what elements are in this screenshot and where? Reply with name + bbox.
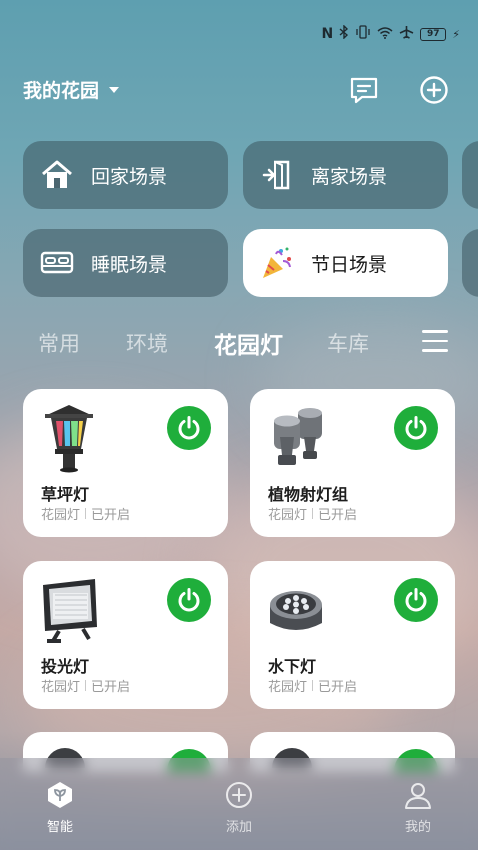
home-selector[interactable]: 我的花园 bbox=[23, 76, 120, 103]
power-toggle-button[interactable] bbox=[394, 406, 438, 450]
device-name: 草坪灯 bbox=[41, 485, 90, 504]
message-icon bbox=[350, 77, 378, 104]
device-status: 已开启 bbox=[318, 508, 358, 523]
scene-card-home[interactable]: 回家场景 bbox=[23, 141, 228, 209]
device-meta: 花园灯 已开启 bbox=[41, 504, 130, 523]
leave-door-icon bbox=[259, 157, 295, 193]
power-icon bbox=[405, 416, 427, 440]
nav-label: 智能 bbox=[46, 820, 73, 835]
category-tabs: 常用 环境 花园灯 车库 bbox=[0, 322, 478, 362]
power-icon bbox=[178, 588, 200, 612]
scene-card-peek[interactable] bbox=[462, 141, 478, 209]
nav-label: 添加 bbox=[225, 820, 252, 835]
charging-icon: ⚡ bbox=[452, 27, 460, 41]
bluetooth-icon bbox=[339, 24, 349, 43]
device-name: 植物射灯组 bbox=[268, 485, 349, 504]
scene-card-sleep[interactable]: 睡眠场景 bbox=[23, 229, 228, 297]
power-icon bbox=[178, 416, 200, 440]
scene-card-holiday[interactable]: 节日场景 bbox=[243, 229, 448, 297]
battery-indicator: 97 bbox=[420, 27, 447, 41]
scene-label: 节日场景 bbox=[311, 253, 388, 276]
device-room: 花园灯 bbox=[41, 508, 81, 523]
device-meta: 花园灯 已开启 bbox=[268, 676, 357, 695]
chevron-down-icon bbox=[109, 86, 120, 93]
device-card-spotlight-group[interactable]: 植物射灯组 花园灯 已开启 bbox=[250, 389, 455, 537]
nav-item-profile[interactable]: 我的 bbox=[388, 780, 448, 835]
tab-environment[interactable]: 环境 bbox=[126, 328, 168, 358]
tab-garage[interactable]: 车库 bbox=[327, 328, 369, 358]
nav-label: 我的 bbox=[404, 820, 431, 835]
smart-icon bbox=[48, 782, 72, 808]
power-icon bbox=[405, 588, 427, 612]
home-name: 我的花园 bbox=[23, 80, 100, 102]
device-status: 已开启 bbox=[91, 508, 131, 523]
device-card-floodlight[interactable]: 投光灯 花园灯 已开启 bbox=[23, 561, 228, 709]
device-meta: 花园灯 已开启 bbox=[268, 504, 357, 523]
tab-common[interactable]: 常用 bbox=[38, 328, 80, 358]
wifi-icon bbox=[377, 26, 393, 43]
vibrate-icon bbox=[355, 25, 371, 43]
airplane-icon bbox=[399, 25, 414, 43]
home-icon bbox=[39, 157, 75, 193]
add-icon bbox=[226, 782, 252, 808]
power-toggle-button[interactable] bbox=[167, 406, 211, 450]
device-name: 水下灯 bbox=[268, 657, 317, 676]
spotlight-group-icon bbox=[264, 403, 328, 473]
scene-label: 离家场景 bbox=[311, 165, 388, 188]
device-status: 已开启 bbox=[318, 680, 358, 695]
device-room: 花园灯 bbox=[41, 680, 81, 695]
nav-item-smart[interactable]: 智能 bbox=[30, 780, 90, 835]
scene-card-leave[interactable]: 离家场景 bbox=[243, 141, 448, 209]
message-button[interactable] bbox=[348, 74, 380, 106]
scene-label: 睡眠场景 bbox=[91, 253, 168, 276]
power-toggle-button[interactable] bbox=[167, 578, 211, 622]
device-card-lawn-lamp[interactable]: 草坪灯 花园灯 已开启 bbox=[23, 389, 228, 537]
device-name: 投光灯 bbox=[41, 657, 90, 676]
device-card-underwater-light[interactable]: 水下灯 花园灯 已开启 bbox=[250, 561, 455, 709]
status-bar: N 97 ⚡ bbox=[0, 0, 478, 64]
device-meta: 花园灯 已开启 bbox=[41, 676, 130, 695]
add-circle-icon bbox=[420, 76, 448, 104]
scene-card-peek[interactable] bbox=[462, 229, 478, 297]
lawn-lamp-icon bbox=[37, 403, 101, 473]
floodlight-icon bbox=[37, 575, 101, 645]
nfc-icon: N bbox=[321, 26, 334, 42]
nav-item-add[interactable]: 添加 bbox=[209, 780, 269, 835]
bed-icon bbox=[39, 245, 75, 281]
menu-icon[interactable] bbox=[422, 330, 448, 352]
add-device-button[interactable] bbox=[418, 74, 450, 106]
device-room: 花园灯 bbox=[268, 680, 308, 695]
profile-icon bbox=[405, 783, 431, 809]
bottom-nav: 智能 添加 我的 bbox=[0, 758, 478, 850]
scene-label: 回家场景 bbox=[91, 165, 168, 188]
party-popper-icon bbox=[259, 245, 295, 281]
device-room: 花园灯 bbox=[268, 508, 308, 523]
power-toggle-button[interactable] bbox=[394, 578, 438, 622]
device-status: 已开启 bbox=[91, 680, 131, 695]
tab-garden-lights[interactable]: 花园灯 bbox=[214, 326, 283, 360]
underwater-light-icon bbox=[264, 575, 328, 645]
